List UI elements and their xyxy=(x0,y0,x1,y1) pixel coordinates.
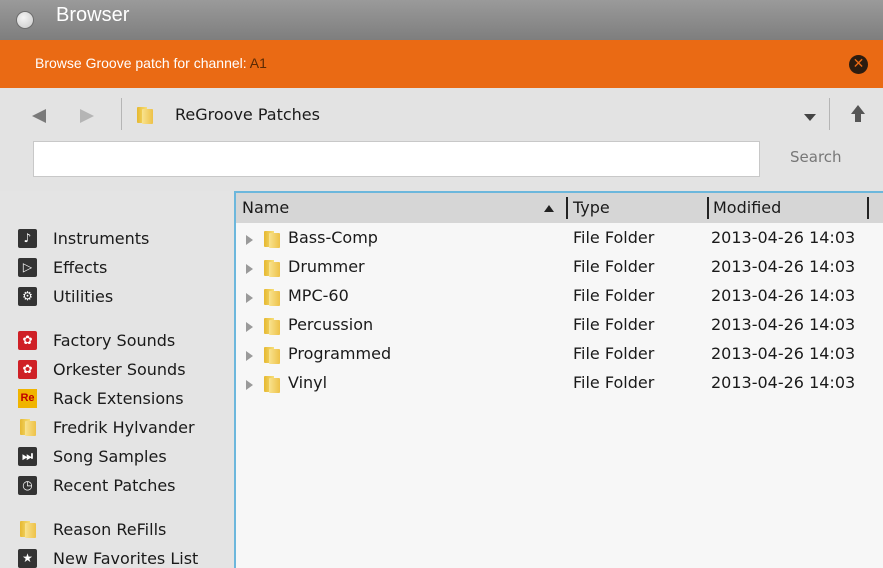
refill-red-icon: ✿ xyxy=(18,330,37,350)
parent-folder-icon[interactable] xyxy=(851,105,865,123)
table-row[interactable]: Programmed File Folder 2013-04-26 14:03 xyxy=(236,341,883,370)
sidebar-item-factory-sounds[interactable]: ✿ Factory Sounds xyxy=(18,327,175,353)
folder-icon xyxy=(264,230,280,248)
toolbar-divider xyxy=(121,98,122,130)
file-name: Percussion xyxy=(288,315,374,334)
user-folder-icon xyxy=(18,418,37,437)
file-modified: 2013-04-26 14:03 xyxy=(711,257,856,276)
table-row[interactable]: Bass-Comp File Folder 2013-04-26 14:03 xyxy=(236,225,883,254)
expand-icon[interactable] xyxy=(246,264,253,274)
file-type: File Folder xyxy=(573,286,655,305)
channel-banner: Browse Groove patch for channel: A1 ✕ xyxy=(0,40,883,88)
current-path[interactable]: ReGroove Patches xyxy=(175,105,320,124)
star-icon: ★ xyxy=(18,548,37,568)
sidebar-item-utilities[interactable]: ⚙ Utilities xyxy=(18,283,113,309)
banner-text: Browse Groove patch for channel: xyxy=(35,55,250,71)
folder-icon xyxy=(264,259,280,277)
file-name: Bass-Comp xyxy=(288,228,378,247)
type-column-header[interactable]: Type xyxy=(573,198,610,217)
sidebar-item-label: Instruments xyxy=(53,228,150,248)
file-type: File Folder xyxy=(573,228,655,247)
sidebar-item-label: Effects xyxy=(53,257,108,277)
effects-icon: ▷ xyxy=(18,257,37,277)
close-icon[interactable]: ✕ xyxy=(849,55,868,74)
table-row[interactable]: Percussion File Folder 2013-04-26 14:03 xyxy=(236,312,883,341)
toolbar-divider xyxy=(829,98,830,130)
table-header: Name Type Modified xyxy=(236,193,883,223)
banner-label: Browse Groove patch for channel: A1 xyxy=(35,55,267,71)
sidebar-item-label: Factory Sounds xyxy=(53,330,176,350)
column-divider[interactable] xyxy=(867,197,869,219)
sidebar-item-song-samples[interactable]: ⏭ Song Samples xyxy=(18,443,167,469)
folder-icon xyxy=(137,106,153,124)
window-title: Browser xyxy=(56,4,130,26)
sidebar-item-label: Fredrik Hylvander xyxy=(53,417,195,437)
sidebar-item-instruments[interactable]: ♪ Instruments xyxy=(18,225,149,251)
sidebar-item-rack-extensions[interactable]: Re Rack Extensions xyxy=(18,385,184,411)
browser-toolbar: ReGroove Patches Search xyxy=(0,88,883,191)
file-modified: 2013-04-26 14:03 xyxy=(711,286,856,305)
name-column-header[interactable]: Name xyxy=(242,198,289,217)
banner-channel: A1 xyxy=(249,55,267,71)
sidebar-item-new-favorites-list[interactable]: ★ New Favorites List xyxy=(18,545,198,568)
folder-icon xyxy=(264,375,280,393)
sidebar-item-label: Reason ReFills xyxy=(53,519,167,539)
recent-icon: ◷ xyxy=(18,475,37,495)
folder-icon xyxy=(264,317,280,335)
folder-icon xyxy=(18,520,37,539)
sidebar-item-label: Rack Extensions xyxy=(53,388,184,408)
locations-sidebar: ♪ Instruments ▷ Effects ⚙ Utilities ✿ Fa… xyxy=(0,191,234,568)
back-arrow-icon[interactable] xyxy=(32,109,46,123)
search-input[interactable] xyxy=(33,141,760,177)
folder-icon xyxy=(264,346,280,364)
sidebar-item-label: Orkester Sounds xyxy=(53,359,186,379)
forward-arrow-icon[interactable] xyxy=(80,109,94,123)
instruments-icon: ♪ xyxy=(18,228,37,248)
sidebar-item-effects[interactable]: ▷ Effects xyxy=(18,254,107,280)
sidebar-item-label: New Favorites List xyxy=(53,548,199,568)
expand-icon[interactable] xyxy=(246,235,253,245)
utilities-icon: ⚙ xyxy=(18,286,37,306)
sort-ascending-icon[interactable] xyxy=(544,205,554,212)
sidebar-item-reason-refills[interactable]: Reason ReFills xyxy=(18,516,166,542)
expand-icon[interactable] xyxy=(246,351,253,361)
window-circle-icon[interactable] xyxy=(16,11,34,29)
path-dropdown-icon[interactable] xyxy=(804,114,816,121)
file-list: Name Type Modified Bass-Comp File Folder… xyxy=(234,191,883,568)
file-type: File Folder xyxy=(573,373,655,392)
expand-icon[interactable] xyxy=(246,293,253,303)
expand-icon[interactable] xyxy=(246,380,253,390)
file-modified: 2013-04-26 14:03 xyxy=(711,344,856,363)
file-name: Vinyl xyxy=(288,373,328,392)
search-button[interactable]: Search xyxy=(790,148,842,166)
sidebar-item-fredrik-hylvander[interactable]: Fredrik Hylvander xyxy=(18,414,195,440)
column-divider[interactable] xyxy=(707,197,709,219)
file-modified: 2013-04-26 14:03 xyxy=(711,228,856,247)
expand-icon[interactable] xyxy=(246,322,253,332)
table-row[interactable]: Vinyl File Folder 2013-04-26 14:03 xyxy=(236,370,883,399)
refill-red-icon: ✿ xyxy=(18,359,37,379)
file-modified: 2013-04-26 14:03 xyxy=(711,373,856,392)
file-type: File Folder xyxy=(573,315,655,334)
title-bar: Browser xyxy=(0,0,883,40)
column-divider[interactable] xyxy=(566,197,568,219)
file-name: Programmed xyxy=(288,344,392,363)
file-modified: 2013-04-26 14:03 xyxy=(711,315,856,334)
song-samples-icon: ⏭ xyxy=(18,446,37,466)
folder-icon xyxy=(264,288,280,306)
sidebar-item-label: Utilities xyxy=(53,286,114,306)
file-type: File Folder xyxy=(573,257,655,276)
file-name: Drummer xyxy=(288,257,365,276)
file-type: File Folder xyxy=(573,344,655,363)
table-row[interactable]: MPC-60 File Folder 2013-04-26 14:03 xyxy=(236,283,883,312)
sidebar-item-recent-patches[interactable]: ◷ Recent Patches xyxy=(18,472,176,498)
sidebar-item-label: Recent Patches xyxy=(53,475,176,495)
table-row[interactable]: Drummer File Folder 2013-04-26 14:03 xyxy=(236,254,883,283)
re-icon: Re xyxy=(18,388,37,408)
modified-column-header[interactable]: Modified xyxy=(713,198,781,217)
sidebar-item-orkester-sounds[interactable]: ✿ Orkester Sounds xyxy=(18,356,186,382)
sidebar-item-label: Song Samples xyxy=(53,446,167,466)
file-name: MPC-60 xyxy=(288,286,349,305)
